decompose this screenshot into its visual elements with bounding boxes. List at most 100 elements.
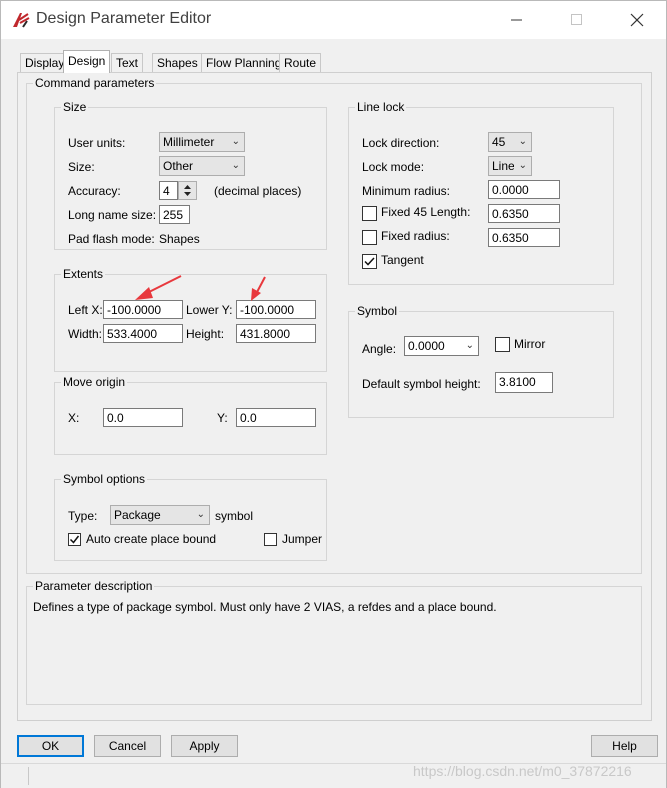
parameter-description-text: Defines a type of package symbol. Must o… bbox=[33, 600, 497, 614]
auto-create-place-bound-checkbox[interactable] bbox=[68, 533, 81, 546]
spinner-arrows-icon bbox=[184, 185, 191, 196]
accuracy-label: Accuracy: bbox=[68, 184, 121, 198]
size-value: Other bbox=[163, 159, 194, 173]
size-group: Size User units: Millimeter ⌄ Size: Othe… bbox=[54, 100, 327, 250]
fixed-45-length-label: Fixed 45 Length: bbox=[381, 205, 471, 219]
lock-mode-value: Line bbox=[492, 159, 514, 173]
lower-y-label: Lower Y: bbox=[186, 303, 233, 317]
width-input[interactable]: 533.4000 bbox=[103, 324, 183, 343]
title-bar: Design Parameter Editor bbox=[1, 1, 666, 39]
maximize-button[interactable] bbox=[557, 5, 597, 35]
jumper-checkbox[interactable] bbox=[264, 533, 277, 546]
pad-flash-mode-value: Shapes bbox=[159, 232, 200, 246]
origin-y-input[interactable]: 0.0 bbox=[236, 408, 316, 427]
dialog-window: Design Parameter Editor Display Design T… bbox=[0, 0, 667, 788]
fixed-radius-label: Fixed radius: bbox=[381, 229, 450, 243]
design-tab-panel: Command parameters Size User units: Mill… bbox=[17, 72, 652, 721]
accuracy-input[interactable]: 4 bbox=[159, 181, 178, 200]
origin-x-input[interactable]: 0.0 bbox=[103, 408, 183, 427]
lock-mode-select[interactable]: Line ⌄ bbox=[488, 156, 532, 176]
close-icon bbox=[630, 13, 644, 27]
chevron-down-icon: ⌄ bbox=[231, 160, 240, 171]
angle-label: Angle: bbox=[362, 342, 397, 356]
cancel-button[interactable]: Cancel bbox=[94, 735, 161, 757]
line-lock-group: Line lock Lock direction: 45 ⌄ Lock mode… bbox=[348, 100, 614, 285]
user-units-select[interactable]: Millimeter ⌄ bbox=[159, 132, 245, 152]
height-label: Height: bbox=[186, 327, 225, 341]
fixed-45-length-input[interactable]: 0.6350 bbox=[488, 204, 560, 223]
chevron-down-icon: ⌄ bbox=[465, 340, 474, 351]
default-symbol-height-input[interactable]: 3.8100 bbox=[495, 372, 553, 393]
fixed-radius-checkbox[interactable] bbox=[362, 230, 377, 245]
long-name-size-input[interactable]: 255 bbox=[159, 205, 190, 224]
annotation-arrow-lower-y bbox=[251, 276, 266, 301]
symbol-options-group: Symbol options Type: Package ⌄ symbol Au… bbox=[54, 472, 327, 561]
move-origin-group: Move origin X: 0.0 Y: 0.0 bbox=[54, 375, 327, 455]
tangent-checkbox[interactable] bbox=[362, 254, 377, 269]
watermark-text: https://blog.csdn.net/m0_37872216 bbox=[413, 763, 632, 779]
fixed-radius-input[interactable]: 0.6350 bbox=[488, 228, 560, 247]
tab-text[interactable]: Text bbox=[111, 53, 144, 72]
move-origin-group-label: Move origin bbox=[61, 375, 128, 389]
pad-flash-mode-label: Pad flash mode: bbox=[68, 232, 155, 246]
size-group-label: Size bbox=[61, 100, 89, 114]
command-parameters-group: Command parameters Size User units: Mill… bbox=[26, 76, 642, 574]
tab-display[interactable]: Display bbox=[20, 53, 70, 72]
minimum-radius-input[interactable]: 0.0000 bbox=[488, 180, 560, 199]
line-lock-group-label: Line lock bbox=[355, 100, 407, 114]
close-button[interactable] bbox=[617, 5, 657, 35]
parameter-description-label: Parameter description bbox=[33, 579, 155, 593]
jumper-label: Jumper bbox=[282, 532, 323, 546]
accuracy-suffix: (decimal places) bbox=[214, 184, 302, 198]
tab-design[interactable]: Design bbox=[63, 50, 111, 73]
tab-flow-planning[interactable]: Flow Planning bbox=[201, 53, 287, 72]
lock-direction-label: Lock direction: bbox=[362, 136, 440, 150]
size-label: Size: bbox=[68, 160, 95, 174]
height-input[interactable]: 431.8000 bbox=[236, 324, 316, 343]
symbol-group: Symbol Angle: 0.0000 ⌄ Mirror Default sy… bbox=[348, 304, 614, 418]
mirror-label: Mirror bbox=[514, 337, 546, 351]
angle-select[interactable]: 0.0000 ⌄ bbox=[404, 336, 479, 356]
tab-shapes[interactable]: Shapes bbox=[152, 53, 203, 72]
minimum-radius-label: Minimum radius: bbox=[362, 184, 451, 198]
minimize-button[interactable] bbox=[497, 5, 537, 35]
user-units-value: Millimeter bbox=[163, 135, 215, 149]
fixed-45-length-checkbox[interactable] bbox=[362, 206, 377, 221]
status-divider bbox=[28, 767, 29, 785]
lock-direction-value: 45 bbox=[492, 135, 506, 149]
maximize-icon bbox=[571, 14, 582, 25]
checkmark-icon bbox=[69, 535, 80, 544]
mirror-checkbox[interactable] bbox=[495, 337, 510, 352]
origin-x-label: X: bbox=[68, 411, 80, 425]
extents-group: Extents Left X: -100.0000 Lower Y: -100.… bbox=[54, 267, 327, 372]
user-units-label: User units: bbox=[68, 136, 126, 150]
angle-value: 0.0000 bbox=[408, 339, 445, 353]
tab-route[interactable]: Route bbox=[279, 53, 322, 72]
symbol-type-label: Type: bbox=[68, 509, 98, 523]
lock-mode-label: Lock mode: bbox=[362, 160, 425, 174]
window-title: Design Parameter Editor bbox=[36, 10, 212, 27]
long-name-size-label: Long name size: bbox=[68, 208, 157, 222]
width-label: Width: bbox=[68, 327, 103, 341]
symbol-type-select[interactable]: Package ⌄ bbox=[110, 505, 210, 525]
extents-group-label: Extents bbox=[61, 267, 106, 281]
help-button[interactable]: Help bbox=[591, 735, 658, 757]
accuracy-spinner[interactable] bbox=[178, 181, 197, 200]
apply-button[interactable]: Apply bbox=[171, 735, 238, 757]
symbol-group-label: Symbol bbox=[355, 304, 400, 318]
symbol-type-suffix: symbol bbox=[215, 509, 254, 523]
lock-direction-select[interactable]: 45 ⌄ bbox=[488, 132, 532, 152]
chevron-down-icon: ⌄ bbox=[518, 160, 527, 171]
symbol-type-value: Package bbox=[114, 508, 161, 522]
allegro-app-icon bbox=[13, 13, 30, 28]
size-select[interactable]: Other ⌄ bbox=[159, 156, 245, 176]
ok-button[interactable]: OK bbox=[17, 735, 84, 757]
chevron-down-icon: ⌄ bbox=[196, 509, 205, 520]
annotation-arrow-left-x bbox=[135, 275, 182, 300]
command-parameters-label: Command parameters bbox=[33, 76, 157, 90]
tangent-label: Tangent bbox=[381, 253, 424, 267]
chevron-down-icon: ⌄ bbox=[231, 136, 240, 147]
minimize-icon bbox=[511, 19, 522, 21]
auto-create-place-bound-label: Auto create place bound bbox=[86, 532, 217, 546]
default-symbol-height-label: Default symbol height: bbox=[362, 377, 481, 391]
